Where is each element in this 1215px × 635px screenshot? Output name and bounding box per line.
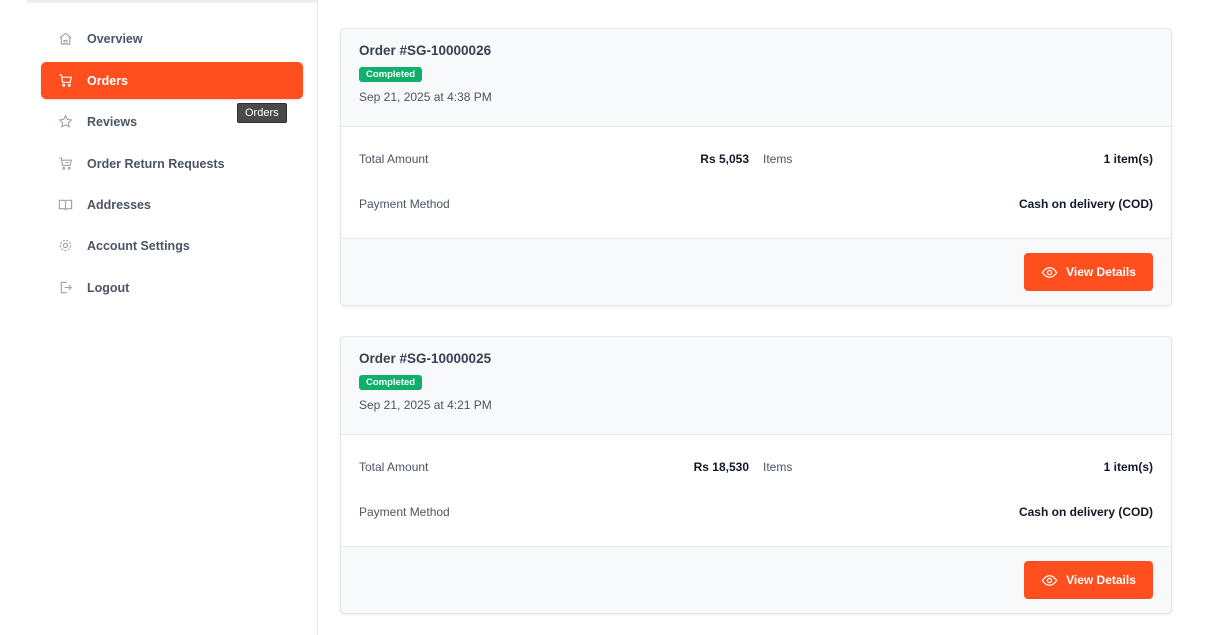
order-card-body: Total Amount Rs 18,530 Items 1 item(s) P… <box>341 435 1171 547</box>
sidebar-item-label: Order Return Requests <box>87 156 225 171</box>
order-card-header: Order #SG-10000025 Completed Sep 21, 202… <box>341 337 1171 435</box>
cart-icon <box>57 73 73 89</box>
order-card: Order #SG-10000025 Completed Sep 21, 202… <box>340 336 1172 614</box>
total-amount-label: Total Amount <box>359 460 429 474</box>
sidebar-item-orders[interactable]: Orders <box>41 62 303 99</box>
book-icon <box>57 197 73 213</box>
order-card-footer: View Details <box>341 547 1171 613</box>
sidebar-item-label: Account Settings <box>87 238 190 253</box>
items-value: 1 item(s) <box>1103 152 1153 166</box>
payment-method-label: Payment Method <box>359 505 450 519</box>
eye-icon <box>1041 574 1058 586</box>
home-icon <box>57 31 73 47</box>
order-card-body: Total Amount Rs 5,053 Items 1 item(s) Pa… <box>341 127 1171 239</box>
payment-method-value: Cash on delivery (COD) <box>1018 197 1153 211</box>
total-amount-value: Rs 5,053 <box>700 152 749 166</box>
order-date: Sep 21, 2025 at 4:21 PM <box>359 398 492 412</box>
order-date: Sep 21, 2025 at 4:38 PM <box>359 90 492 104</box>
view-details-button[interactable]: View Details <box>1024 561 1153 599</box>
payment-method-value: Cash on delivery (COD) <box>1018 505 1153 519</box>
sidebar-item-logout[interactable]: Logout <box>41 269 303 306</box>
view-details-button[interactable]: View Details <box>1024 253 1153 291</box>
logout-icon <box>57 280 73 296</box>
payment-method-label: Payment Method <box>359 197 450 211</box>
eye-icon <box>1041 266 1058 278</box>
sidebar-item-account-settings[interactable]: Account Settings <box>41 227 303 264</box>
status-badge: Completed <box>359 67 423 82</box>
sidebar-item-overview[interactable]: Overview <box>41 20 303 57</box>
status-badge: Completed <box>359 375 423 390</box>
items-label: Items <box>763 460 793 474</box>
total-amount-label: Total Amount <box>359 152 429 166</box>
order-number: Order #SG-10000026 <box>359 43 492 58</box>
view-details-label: View Details <box>1066 265 1136 279</box>
sidebar-item-label: Reviews <box>87 114 138 129</box>
sidebar-item-label: Logout <box>87 280 130 295</box>
orders-tooltip: Orders <box>237 103 287 123</box>
order-card-footer: View Details <box>341 239 1171 305</box>
sidebar-item-label: Orders <box>87 73 128 88</box>
account-sidebar: Overview Orders Reviews Order Return Req… <box>27 0 318 635</box>
order-number: Order #SG-10000025 <box>359 351 492 366</box>
return-cart-icon <box>57 156 73 172</box>
items-value: 1 item(s) <box>1103 460 1153 474</box>
sidebar-item-label: Overview <box>87 31 143 46</box>
sidebar-item-order-return-requests[interactable]: Order Return Requests <box>41 145 303 182</box>
items-label: Items <box>763 152 793 166</box>
total-amount-value: Rs 18,530 <box>693 460 749 474</box>
account-page: Overview Orders Reviews Order Return Req… <box>0 0 1215 635</box>
gear-icon <box>57 238 73 254</box>
order-card-header: Order #SG-10000026 Completed Sep 21, 202… <box>341 29 1171 127</box>
star-icon <box>57 114 73 130</box>
sidebar-item-label: Addresses <box>87 197 151 212</box>
sidebar-item-addresses[interactable]: Addresses <box>41 186 303 223</box>
order-card: Order #SG-10000026 Completed Sep 21, 202… <box>340 28 1172 306</box>
view-details-label: View Details <box>1066 573 1136 587</box>
